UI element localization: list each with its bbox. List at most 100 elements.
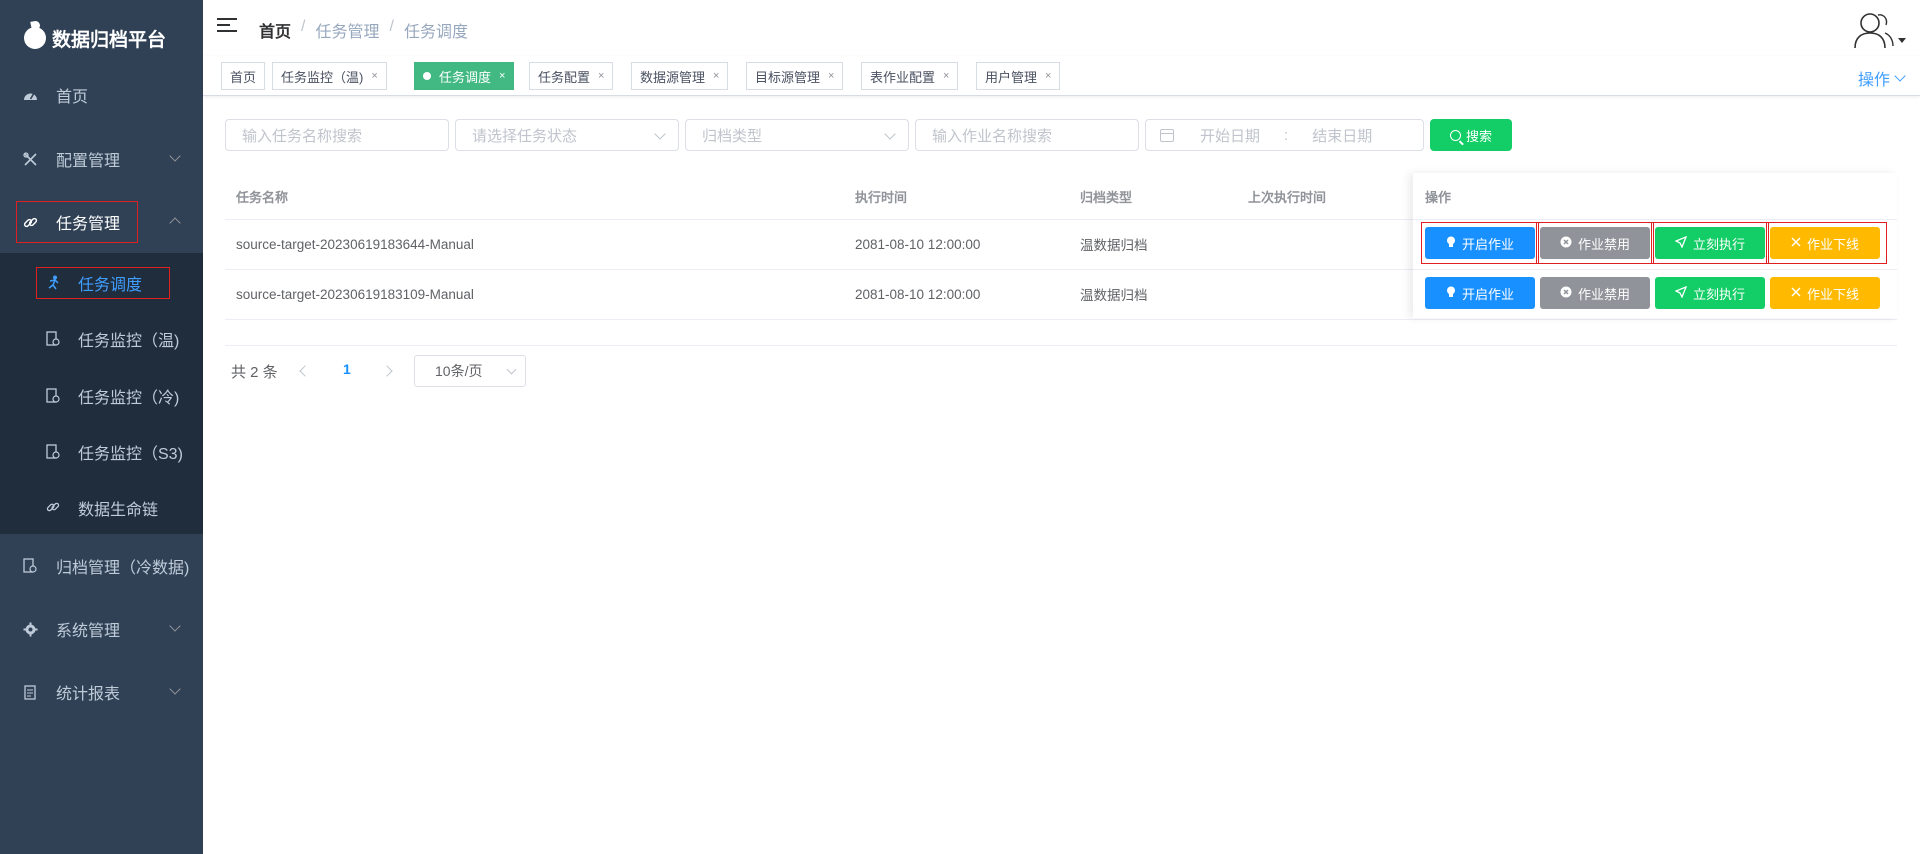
column-header-archive-type: 归档类型 xyxy=(1080,189,1133,205)
run-now-button[interactable]: 立刻执行 xyxy=(1655,227,1765,259)
tag-label: 任务配置 xyxy=(538,69,591,85)
disable-job-button[interactable]: 作业禁用 xyxy=(1540,277,1650,309)
pagination: 共 2 条 1 10条/页 xyxy=(231,355,551,387)
link-icon xyxy=(22,214,38,230)
sidebar-subitem-label: 任务调度 xyxy=(78,277,143,294)
breadcrumb: 首页 / 任务管理 / 任务调度 xyxy=(259,18,468,42)
running-icon xyxy=(46,275,60,291)
calendar-icon xyxy=(1160,128,1174,142)
chevron-right-icon[interactable] xyxy=(381,365,393,377)
sidebar-subitem-data-lifecycle[interactable]: 数据生命链 xyxy=(0,480,203,536)
tag-label: 任务监控（温) xyxy=(281,69,364,85)
app-logo[interactable]: 数据归档平台 xyxy=(0,0,203,76)
logo-icon xyxy=(24,27,46,49)
sidebar-item-label: 归档管理（冷数据) xyxy=(56,560,190,577)
column-header-task-name: 任务名称 xyxy=(236,189,289,205)
run-now-button[interactable]: 立刻执行 xyxy=(1655,277,1765,309)
sidebar-item-task-management[interactable]: 任务管理 xyxy=(0,193,203,251)
lightbulb-icon xyxy=(1446,286,1456,301)
search-icon xyxy=(1449,129,1461,141)
tag-datasource[interactable]: 数据源管理 × xyxy=(631,62,729,90)
chevron-down-icon xyxy=(506,364,517,375)
placeholder-text: 输入作业名称搜索 xyxy=(932,127,1053,145)
date-range-picker[interactable]: 开始日期 : 结束日期 xyxy=(1145,119,1424,151)
tag-monitor-warm[interactable]: 任务监控（温) × xyxy=(272,62,387,90)
pagination-total: 共 2 条 xyxy=(231,363,278,381)
cell-archive-type: 温数据归档 xyxy=(1080,238,1148,253)
task-name-search-input[interactable]: 输入任务名称搜索 xyxy=(225,119,449,151)
range-separator: : xyxy=(1284,126,1289,144)
sidebar-item-home[interactable]: 首页 xyxy=(0,66,203,124)
column-header-actions: 操作 xyxy=(1425,189,1452,205)
sidebar-subitem-label: 任务监控（冷) xyxy=(78,390,180,407)
sidebar-item-label: 任务管理 xyxy=(56,216,121,233)
tag-target-source[interactable]: 目标源管理 × xyxy=(746,62,844,90)
hamburger-icon[interactable] xyxy=(217,18,237,36)
offline-job-button[interactable]: 作业下线 xyxy=(1770,277,1880,309)
close-icon[interactable]: × xyxy=(713,70,719,82)
close-icon[interactable]: × xyxy=(598,70,604,82)
chevron-down-icon xyxy=(169,683,181,695)
sidebar-subitem-monitor-warm[interactable]: 任务监控（温) xyxy=(0,311,203,367)
tag-label: 表作业配置 xyxy=(870,69,936,85)
caret-down-icon[interactable] xyxy=(1898,38,1906,43)
sidebar-item-label: 系统管理 xyxy=(56,623,121,640)
start-job-button[interactable]: 开启作业 xyxy=(1425,227,1535,259)
task-status-select[interactable]: 请选择任务状态 xyxy=(455,119,679,151)
button-label: 作业下线 xyxy=(1806,286,1859,302)
cell-archive-type: 温数据归档 xyxy=(1080,288,1148,303)
close-icon[interactable]: × xyxy=(828,70,834,82)
chevron-down-icon xyxy=(884,128,896,140)
chevron-down-icon xyxy=(169,620,181,632)
sidebar-subitem-label: 数据生命链 xyxy=(78,502,159,519)
close-icon[interactable]: × xyxy=(499,70,505,82)
breadcrumb-item-task-management: 任务管理 xyxy=(315,24,380,41)
chevron-down-icon xyxy=(1894,69,1906,82)
archive-type-select[interactable]: 归档类型 xyxy=(685,119,909,151)
sidebar-subitem-monitor-cold[interactable]: 任务监控（冷) xyxy=(0,368,203,424)
breadcrumb-item-task-scheduling: 任务调度 xyxy=(403,24,468,41)
chevron-left-icon[interactable] xyxy=(299,365,311,377)
offline-job-button[interactable]: 作业下线 xyxy=(1770,227,1880,259)
close-icon[interactable]: × xyxy=(1045,70,1051,82)
operations-dropdown[interactable]: 操作 xyxy=(1858,66,1906,90)
link-icon xyxy=(46,500,60,516)
page-number[interactable]: 1 xyxy=(343,361,351,377)
sidebar-item-reports[interactable]: 统计报表 xyxy=(0,663,203,721)
tools-icon xyxy=(22,151,38,167)
placeholder-text: 归档类型 xyxy=(702,127,763,145)
app-title: 数据归档平台 xyxy=(52,29,167,51)
report-icon xyxy=(22,684,38,700)
tag-label: 目标源管理 xyxy=(755,69,821,85)
send-icon xyxy=(1674,235,1688,251)
button-label: 开启作业 xyxy=(1461,236,1514,252)
start-date-placeholder: 开始日期 xyxy=(1200,127,1261,145)
tag-table-job-config[interactable]: 表作业配置 × xyxy=(861,62,959,90)
tag-task-config[interactable]: 任务配置 × xyxy=(529,62,614,90)
tag-home[interactable]: 首页 xyxy=(221,62,266,90)
page-size-select[interactable]: 10条/页 xyxy=(414,355,526,387)
tag-label: 任务调度 xyxy=(439,69,492,85)
close-icon xyxy=(1791,236,1801,250)
monitor-icon xyxy=(46,331,60,347)
sidebar-item-archive-cold[interactable]: 归档管理（冷数据) xyxy=(0,537,203,595)
button-label: 立刻执行 xyxy=(1692,236,1745,252)
sidebar-item-label: 首页 xyxy=(56,89,89,106)
tags-view: 首页 任务监控（温) × 任务调度 × 任务配置 × 数据源管理 × 目标源管理… xyxy=(203,56,1920,96)
disable-job-button[interactable]: 作业禁用 xyxy=(1540,227,1650,259)
sidebar-subitem-monitor-s3[interactable]: 任务监控（S3) xyxy=(0,424,203,480)
actions-column: 操作 开启作业 作业禁用 立刻执行 作业下线 开启作业 作业禁用 立刻执行 作业… xyxy=(1413,173,1897,318)
sidebar-item-system[interactable]: 系统管理 xyxy=(0,600,203,658)
sidebar-item-config[interactable]: 配置管理 xyxy=(0,130,203,188)
tag-user-management[interactable]: 用户管理 × xyxy=(976,62,1061,90)
breadcrumb-item-home[interactable]: 首页 xyxy=(259,18,291,42)
job-name-search-input[interactable]: 输入作业名称搜索 xyxy=(915,119,1139,151)
close-icon[interactable]: × xyxy=(371,70,377,82)
user-avatar-icon[interactable] xyxy=(1852,10,1896,50)
close-icon[interactable]: × xyxy=(943,70,949,82)
search-button[interactable]: 搜索 xyxy=(1430,119,1512,151)
tag-task-scheduling[interactable]: 任务调度 × xyxy=(414,62,515,90)
start-job-button[interactable]: 开启作业 xyxy=(1425,277,1535,309)
sidebar-subitem-task-scheduling[interactable]: 任务调度 xyxy=(0,255,203,311)
chevron-down-icon xyxy=(654,128,666,140)
